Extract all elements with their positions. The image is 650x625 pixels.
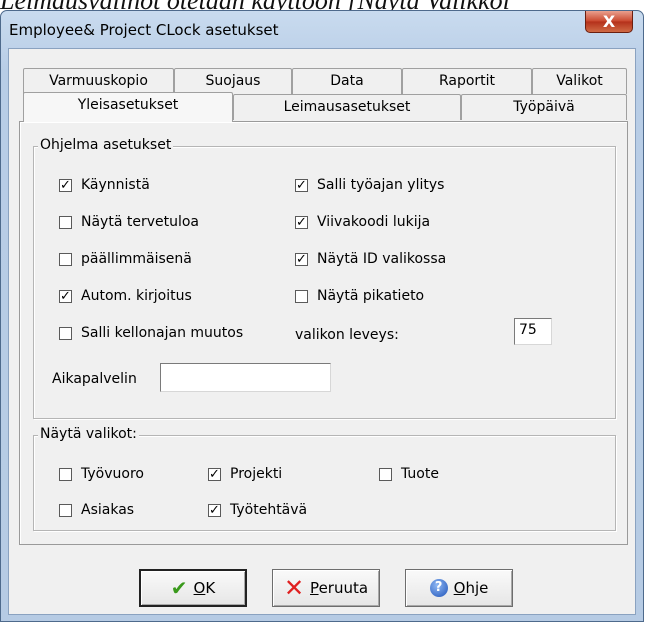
checkbox-label: Näytä pikatieto — [317, 288, 425, 304]
settings-dialog: Employee& Project CLock asetukset X Varm… — [0, 10, 644, 622]
checkbox-box[interactable] — [59, 468, 72, 481]
checkmark-icon: ✔ — [170, 576, 188, 600]
checkbox-box[interactable]: ✓ — [295, 216, 308, 229]
checkbox-label: Tuote — [401, 466, 439, 482]
checkbox-box[interactable] — [59, 327, 72, 340]
tab-data[interactable]: Data — [292, 68, 402, 94]
tab-label: Yleisasetukset — [77, 97, 179, 113]
tab-label: Data — [330, 73, 364, 89]
tab-label: Valikot — [556, 73, 603, 89]
tab-label: Varmuuskopio — [49, 73, 148, 89]
menu-width-label: valikon leveys: — [295, 327, 399, 343]
checkbox-label: Työvuoro — [81, 466, 144, 482]
help-button[interactable]: ? Ohje — [405, 569, 513, 607]
checkbox-box[interactable]: ✓ — [295, 179, 308, 192]
program-settings-group: Ohjelma asetukset ✓ Käynnistä Näytä terv… — [33, 137, 616, 419]
time-server-label: Aikapalvelin — [52, 371, 137, 387]
checkbox-label: Näytä tervetuloa — [81, 214, 200, 230]
cancel-button-label: Peruuta — [310, 579, 368, 597]
close-icon: X — [602, 12, 616, 31]
checkbox-label: Työtehtävä — [230, 502, 308, 518]
checkbox-label: Käynnistä — [81, 177, 150, 193]
tab-varmuuskopio[interactable]: Varmuuskopio — [23, 68, 174, 94]
checkbox-label: Salli työajan ylitys — [317, 177, 445, 193]
tab-label: Leimausasetukset — [283, 99, 411, 115]
tab-valikot[interactable]: Valikot — [532, 68, 627, 94]
checkbox-box[interactable] — [59, 504, 72, 517]
window-title: Employee& Project CLock asetukset — [9, 21, 279, 39]
ok-mnemonic: O — [193, 579, 206, 597]
checkbox-box[interactable] — [379, 468, 392, 481]
ok-button[interactable]: ✔ OK — [139, 569, 247, 607]
tab-label: Raportit — [438, 73, 496, 89]
ok-button-label: OK — [194, 579, 216, 597]
menu-width-value: 75 — [519, 322, 537, 338]
checkbox-label: Asiakas — [81, 502, 135, 518]
cancel-label-rest: eruuta — [318, 579, 369, 597]
menu-width-input[interactable]: 75 — [514, 318, 552, 345]
checkbox-box[interactable]: ✓ — [208, 504, 221, 517]
close-button[interactable]: X — [585, 11, 633, 33]
ok-label-rest: K — [205, 579, 216, 597]
tab-label: Suojaus — [205, 73, 261, 89]
title-bar[interactable]: Employee& Project CLock asetukset X — [1, 11, 643, 47]
checkbox-label: Viivakoodi lukija — [317, 214, 431, 230]
checkbox-box[interactable]: ✓ — [295, 253, 308, 266]
program-settings-legend: Ohjelma asetukset — [38, 137, 174, 153]
help-label-rest: hje — [465, 579, 489, 597]
tab-panel-yleisasetukset: Ohjelma asetukset ✓ Käynnistä Näytä terv… — [19, 121, 628, 545]
checkbox-box[interactable]: ✓ — [59, 290, 72, 303]
checkbox-label: Näytä ID valikossa — [317, 251, 447, 267]
tab-tyopaiva[interactable]: Työpäivä — [461, 94, 627, 120]
checkbox-label: Autom. kirjoitus — [81, 288, 192, 304]
x-icon: ✕ — [283, 574, 305, 602]
checkbox-label: päällimmäisenä — [81, 251, 192, 267]
checkbox-box[interactable]: ✓ — [59, 179, 72, 192]
tab-raportit[interactable]: Raportit — [402, 68, 532, 94]
help-mnemonic: O — [453, 579, 466, 597]
checkbox-label: Salli kellonajan muutos — [81, 325, 244, 341]
dialog-client-area: Varmuuskopio Suojaus Data Raportit Valik… — [8, 48, 636, 615]
checkbox-label: Projekti — [230, 466, 283, 482]
cancel-button[interactable]: ✕ Peruuta — [272, 569, 380, 607]
checkbox-box[interactable]: ✓ — [208, 468, 221, 481]
checkbox-box[interactable] — [59, 216, 72, 229]
cancel-mnemonic: P — [310, 579, 319, 597]
checkbox-box[interactable] — [59, 253, 72, 266]
time-server-input[interactable] — [160, 363, 331, 392]
checkbox-box[interactable] — [295, 290, 308, 303]
tab-leimausasetukset[interactable]: Leimausasetukset — [233, 94, 461, 120]
show-menus-group: Näytä valikot: Työvuoro ✓ Projekti Tuote… — [33, 426, 616, 531]
tab-yleisasetukset[interactable]: Yleisasetukset — [23, 92, 233, 122]
help-icon: ? — [429, 579, 448, 597]
tab-suojaus[interactable]: Suojaus — [174, 68, 292, 94]
help-button-label: Ohje — [454, 579, 489, 597]
tab-label: Työpäivä — [513, 99, 575, 115]
show-menus-legend: Näytä valikot: — [38, 426, 139, 442]
